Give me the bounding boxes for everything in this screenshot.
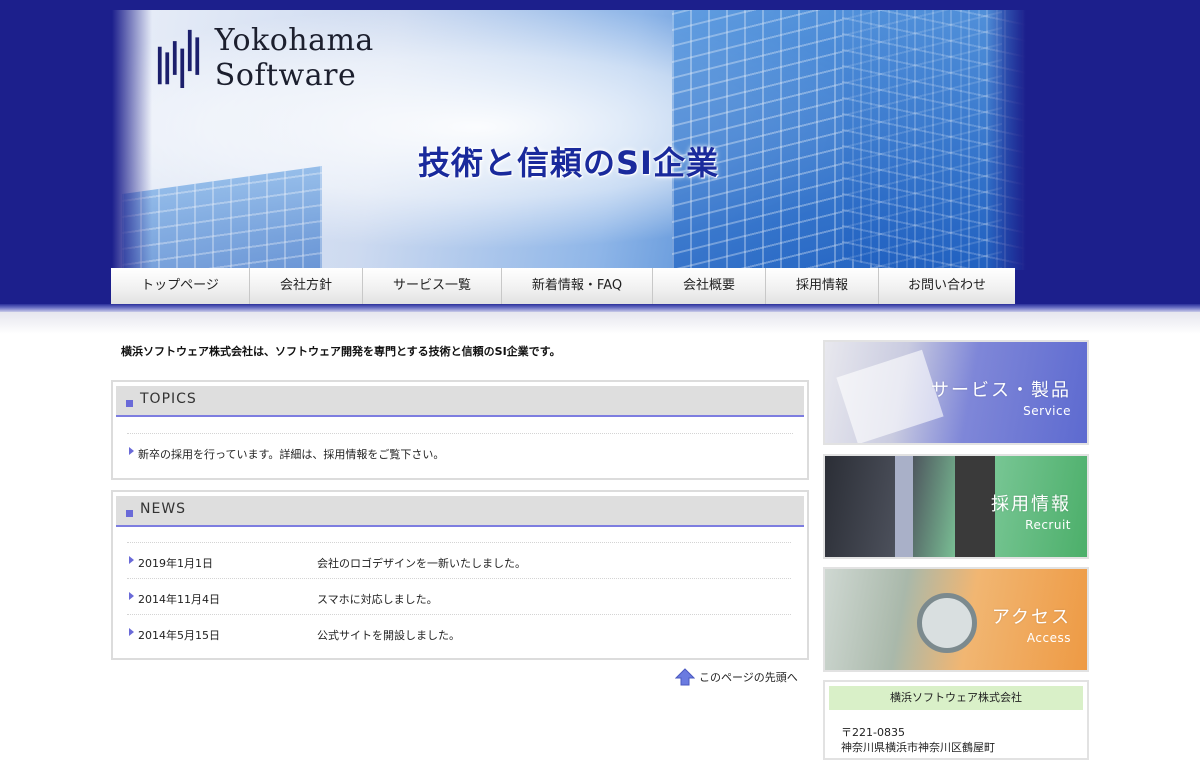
news-row: 2014年11月4日 スマホに対応しました。 [127, 578, 791, 615]
company-address: 神奈川県横浜市神奈川区鶴屋町 [841, 741, 995, 754]
nav-item-news-faq[interactable]: 新着情報・FAQ [501, 268, 652, 304]
access-banner-title: アクセス [991, 607, 1071, 628]
triangle-bullet-icon [129, 556, 134, 564]
triangle-bullet-icon [129, 592, 134, 600]
access-banner[interactable]: アクセス Access [823, 567, 1089, 672]
topics-title: TOPICS [140, 391, 197, 407]
compass-icon [917, 593, 977, 653]
global-nav: トップページ 会社方針 サービス一覧 新着情報・FAQ 会社概要 採用情報 お問… [111, 268, 1015, 304]
nav-item-contact[interactable]: お問い合わせ [878, 268, 1015, 304]
news-row: 2019年1月1日 会社のロゴデザインを一新いたしました。 [127, 542, 791, 579]
news-date: 2014年11月4日 [138, 593, 220, 606]
news-date: 2019年1月1日 [138, 557, 213, 570]
nav-item-policy[interactable]: 会社方針 [249, 268, 362, 304]
service-banner-subtitle: Service [1023, 404, 1071, 418]
nav-item-recruit[interactable]: 採用情報 [765, 268, 878, 304]
header-shadow [0, 312, 1200, 334]
topic-text: 新卒の採用を行っています。詳細は、採用情報をご覧下さい。 [138, 448, 445, 461]
service-banner-title: サービス・製品 [931, 380, 1071, 401]
company-name: 横浜ソフトウェア株式会社 [829, 686, 1083, 710]
news-date: 2014年5月15日 [138, 629, 220, 642]
arrow-up-icon [675, 668, 695, 686]
topics-header: TOPICS [116, 386, 804, 417]
header-divider [0, 304, 1200, 312]
triangle-bullet-icon [129, 628, 134, 636]
page-top-link[interactable]: このページの先頭へ [675, 668, 798, 686]
square-bullet-icon [126, 510, 133, 517]
topic-item: 新卒の採用を行っています。詳細は、採用情報をご覧下さい。 [127, 433, 793, 470]
triangle-bullet-icon [129, 447, 134, 455]
hero-banner: Yokohama Software 技術と信頼のSI企業 [112, 10, 1026, 270]
intro-text: 横浜ソフトウェア株式会社は、ソフトウェア開発を専門とする技術と信頼のSI企業です… [121, 345, 561, 358]
nav-item-top[interactable]: トップページ [111, 268, 249, 304]
page-top-label: このページの先頭へ [699, 671, 798, 684]
recruit-banner[interactable]: 採用情報 Recruit [823, 454, 1089, 559]
logo-text: Yokohama Software [214, 23, 374, 93]
recruit-banner-subtitle: Recruit [1025, 518, 1071, 532]
access-banner-subtitle: Access [1026, 631, 1071, 645]
company-zip: 〒221-0835 [841, 726, 905, 739]
site-logo[interactable]: Yokohama Software [156, 23, 506, 93]
building-image [122, 165, 322, 270]
news-title: NEWS [140, 501, 187, 517]
news-box: NEWS 2019年1月1日 会社のロゴデザインを一新いたしました。 2014年… [111, 490, 809, 660]
news-text: スマホに対応しました。 [317, 593, 438, 606]
news-text: 公式サイトを開設しました。 [317, 629, 460, 642]
recruit-banner-title: 採用情報 [991, 494, 1071, 515]
news-row: 2014年5月15日 公式サイトを開設しました。 [127, 614, 791, 651]
nav-item-services[interactable]: サービス一覧 [362, 268, 501, 304]
square-bullet-icon [126, 400, 133, 407]
news-header: NEWS [116, 496, 804, 527]
logo-mark-icon [157, 29, 200, 89]
hero-tagline: 技術と信頼のSI企業 [418, 144, 719, 182]
nav-item-company[interactable]: 会社概要 [652, 268, 765, 304]
service-banner[interactable]: サービス・製品 Service [823, 340, 1089, 445]
company-info-box: 横浜ソフトウェア株式会社 〒221-0835 神奈川県横浜市神奈川区鶴屋町 [823, 680, 1089, 760]
topics-box: TOPICS 新卒の採用を行っています。詳細は、採用情報をご覧下さい。 [111, 380, 809, 480]
news-text: 会社のロゴデザインを一新いたしました。 [317, 557, 526, 570]
